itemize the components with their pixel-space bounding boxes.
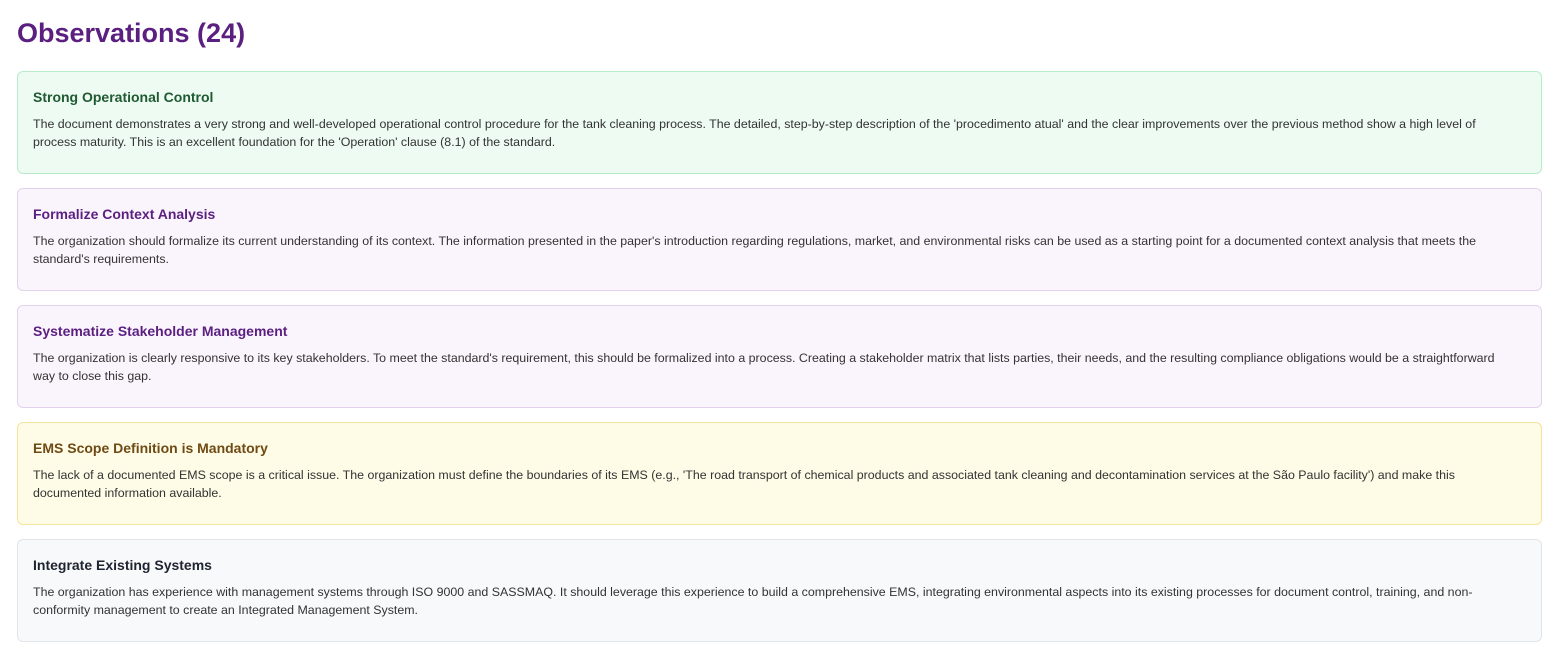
observation-text: The lack of a documented EMS scope is a … xyxy=(33,468,1455,500)
page-title: Observations (24) xyxy=(17,18,246,48)
observation-title: Strong Operational Control xyxy=(33,89,214,105)
observation-title: Integrate Existing Systems xyxy=(33,557,212,573)
observation-title: Formalize Context Analysis xyxy=(33,206,216,222)
observation-card-ems-scope: EMS Scope Definition is Mandatory The la… xyxy=(17,422,1542,525)
observation-card-integrate-systems: Integrate Existing Systems The organizat… xyxy=(17,539,1542,642)
observations-page: Observations (24) Strong Operational Con… xyxy=(0,0,1561,642)
observation-title: EMS Scope Definition is Mandatory xyxy=(33,440,268,456)
observation-title: Systematize Stakeholder Management xyxy=(33,323,288,339)
observation-text: The organization should formalize its cu… xyxy=(33,234,1477,266)
observation-text: The document demonstrates a very strong … xyxy=(33,117,1476,149)
observation-text: The organization has experience with man… xyxy=(33,585,1473,617)
observation-text: The organization is clearly responsive t… xyxy=(33,351,1495,383)
observation-card-stakeholder-management: Systematize Stakeholder Management The o… xyxy=(17,305,1542,408)
observation-card-operational-control: Strong Operational Control The document … xyxy=(17,71,1542,174)
observation-card-context-analysis: Formalize Context Analysis The organizat… xyxy=(17,188,1542,291)
